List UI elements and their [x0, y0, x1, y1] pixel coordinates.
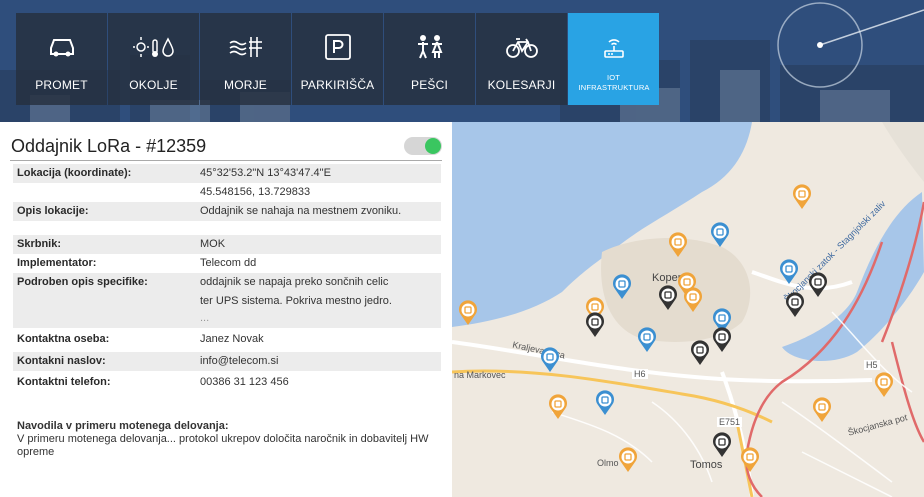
road-h5: H5 — [864, 360, 880, 370]
map-pin-orange[interactable] — [668, 232, 688, 258]
nav-promet[interactable]: PROMET — [16, 13, 107, 105]
map-pin-orange[interactable] — [740, 447, 760, 473]
map-pin-orange[interactable] — [874, 372, 894, 398]
nav-okolje[interactable]: OKOLJE — [108, 13, 199, 105]
nav-pesci[interactable]: PEŠCI — [384, 13, 475, 105]
map-view[interactable]: Koper Tomos Olmo H6 H5 E751 na Markovec … — [452, 122, 924, 497]
detail-label: Kontaktna oseba: — [17, 333, 110, 345]
nav-label: PEŠCI — [410, 78, 448, 92]
spec-more: ... — [200, 312, 210, 324]
detail-row-implementer: Implementator: Telecom dd — [13, 254, 441, 273]
detail-row-description: Opis lokacije: Oddajnik se nahaja na mes… — [13, 202, 441, 221]
nav-label: OKOLJE — [129, 78, 178, 92]
detail-value: Oddajnik se nahaja na mestnem zvoniku. — [200, 205, 402, 217]
detail-list: Lokacija (koordinate): 45°32'53.2"N 13°4… — [13, 164, 441, 392]
map-pin-black[interactable] — [712, 327, 732, 353]
spec-line: oddajnik se napaja preko sončnih celic — [200, 276, 389, 288]
nav-kolesarji[interactable]: KOLESARJI — [476, 13, 567, 105]
map-pin-black[interactable] — [785, 292, 805, 318]
malfunction-instructions: Navodila v primeru motenega delovanja: V… — [17, 420, 445, 459]
street-markovec: na Markovec — [454, 370, 506, 380]
device-active-toggle[interactable] — [404, 137, 442, 155]
map-pin-blue[interactable] — [595, 390, 615, 416]
map-pin-blue[interactable] — [540, 347, 560, 373]
title-divider — [10, 160, 442, 161]
iot-router-icon — [602, 33, 626, 61]
detail-value: 00386 31 123 456 — [200, 376, 289, 388]
header-banner: PROMET OKOLJE MORJE PARKIRIŠČA PEŠCI KOL… — [0, 0, 924, 122]
detail-row-contact-address: Kontakni naslov: info@telecom.si — [13, 352, 441, 371]
nav-label: IOT INFRASTRUKTURA — [578, 73, 650, 92]
map-pin-orange[interactable] — [458, 300, 478, 326]
nav-iot-infrastruktura[interactable]: IOT INFRASTRUKTURA — [568, 13, 659, 105]
detail-label: Implementator: — [17, 257, 97, 269]
map-pin-orange[interactable] — [683, 287, 703, 313]
pedestrians-icon — [415, 33, 445, 61]
detail-row-spec: Podroben opis specifike: oddajnik se nap… — [13, 273, 441, 328]
map-pin-orange[interactable] — [792, 184, 812, 210]
map-pin-blue[interactable] — [710, 222, 730, 248]
detail-value: info@telecom.si — [200, 355, 279, 367]
detail-row-contact-phone: Kontaktni telefon: 00386 31 123 456 — [13, 373, 441, 392]
parking-icon — [324, 33, 351, 61]
nav-label: MORJE — [224, 78, 267, 92]
map-pin-black[interactable] — [585, 312, 605, 338]
map-pin-black[interactable] — [808, 272, 828, 298]
nav-parkirisca[interactable]: PARKIRIŠČA — [292, 13, 383, 105]
nav-morje[interactable]: MORJE — [200, 13, 291, 105]
map-pin-black[interactable] — [658, 285, 678, 311]
detail-label: Lokacija (koordinate): — [17, 167, 132, 179]
detail-label: Skrbnik: — [17, 238, 62, 250]
detail-value: 45°32'53.2"N 13°43'47.4"E — [196, 164, 441, 183]
car-icon — [47, 33, 77, 61]
detail-label: Kontakni naslov: — [17, 355, 106, 367]
device-detail-panel: Oddajnik LoRa - #12359 Lokacija (koordin… — [0, 122, 452, 497]
detail-label: Kontaktni telefon: — [17, 376, 111, 388]
map-pin-black[interactable] — [712, 432, 732, 458]
instructions-heading: Navodila v primeru motenega delovanja: — [17, 420, 229, 432]
detail-label: Podroben opis specifike: — [17, 276, 148, 288]
nav-label: PARKIRIŠČA — [300, 78, 375, 92]
detail-row-location-decimal: 45.548156, 13.729833 — [13, 183, 441, 202]
spec-line: ter UPS sistema. Pokriva mestno jedro. — [200, 295, 392, 307]
detail-label: Opis lokacije: — [17, 205, 89, 217]
instructions-text: V primeru motenega delovanja... protokol… — [17, 433, 429, 458]
detail-value: MOK — [200, 238, 226, 250]
map-pin-blue[interactable] — [637, 327, 657, 353]
page-title: Oddajnik LoRa - #12359 — [11, 136, 207, 156]
map-pin-orange[interactable] — [812, 397, 832, 423]
environment-icon — [132, 33, 176, 61]
detail-row-contact-person: Kontaktna oseba: Janez Novak — [13, 330, 441, 349]
category-nav: PROMET OKOLJE MORJE PARKIRIŠČA PEŠCI KOL… — [16, 13, 659, 105]
nav-label: PROMET — [35, 78, 88, 92]
map-pin-blue[interactable] — [612, 274, 632, 300]
detail-row-custodian: Skrbnik: MOK — [13, 235, 441, 254]
map-pin-orange[interactable] — [618, 447, 638, 473]
detail-value: Telecom dd — [200, 257, 257, 269]
sea-icon — [229, 33, 263, 61]
nav-label: KOLESARJI — [487, 78, 556, 92]
map-pin-black[interactable] — [690, 340, 710, 366]
map-pin-blue[interactable] — [779, 259, 799, 285]
detail-value: oddajnik se napaja preko sončnih celic t… — [196, 273, 441, 328]
location-dms: 45°32'53.2"N 13°43'47.4"E — [200, 167, 331, 179]
bicycle-icon — [505, 33, 538, 61]
detail-value: Janez Novak — [200, 333, 264, 345]
map-label-olmo: Olmo — [597, 458, 619, 468]
toggle-knob — [425, 138, 441, 154]
map-pin-orange[interactable] — [548, 394, 568, 420]
location-decimal: 45.548156, 13.729833 — [200, 186, 311, 198]
road-e751: E751 — [717, 417, 743, 427]
detail-row-location: Lokacija (koordinate): 45°32'53.2"N 13°4… — [13, 164, 441, 183]
road-h6: H6 — [632, 369, 648, 379]
map-label-tomos: Tomos — [690, 459, 723, 471]
